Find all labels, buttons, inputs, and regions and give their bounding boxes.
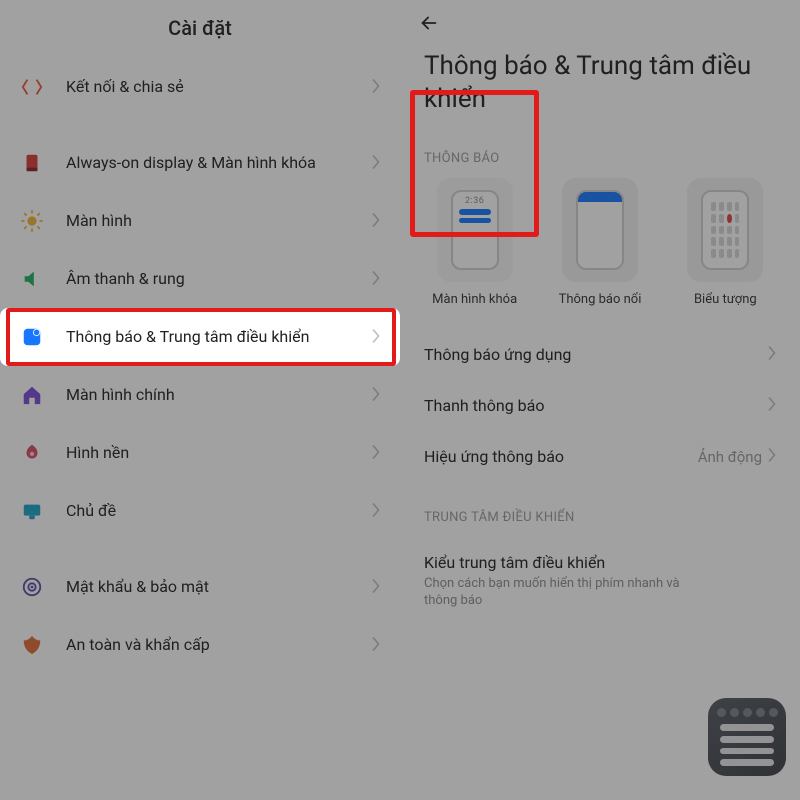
row-label: Hình nền	[66, 443, 366, 463]
sound-icon	[20, 267, 44, 291]
section-header-controlcenter: TRUNG TÂM ĐIỀU KHIỂN	[400, 482, 800, 537]
row-label: Kiểu trung tâm điều khiển	[424, 553, 690, 572]
row-label: Kết nối & chia sẻ	[66, 77, 366, 97]
chevron-right-icon	[768, 447, 776, 466]
row-label: Thông báo ứng dụng	[424, 345, 768, 364]
page-title: Thông báo & Trung tâm điều khiển	[400, 0, 800, 115]
settings-row-aod[interactable]: Always-on display & Màn hình khóa	[0, 134, 400, 192]
chevron-right-icon	[372, 636, 380, 655]
chevron-right-icon	[372, 386, 380, 405]
card-preview	[687, 178, 763, 282]
settings-row-notif[interactable]: Thông báo & Trung tâm điều khiển	[0, 308, 400, 366]
notification-pane: Thông báo & Trung tâm điều khiển THÔNG B…	[400, 0, 800, 800]
settings-row-home[interactable]: Màn hình chính	[0, 366, 400, 424]
row-label: Màn hình	[66, 211, 366, 231]
settings-row-wall[interactable]: Hình nền	[0, 424, 400, 482]
chevron-right-icon	[768, 345, 776, 364]
notification-style-cards: 2:36 Màn hình khóa Thông báo nổi Biểu tư…	[400, 178, 800, 307]
card-caption: Thông báo nổi	[559, 292, 642, 307]
theme-icon	[20, 499, 44, 523]
notif-row-appnotif[interactable]: Thông báo ứng dụng	[400, 329, 800, 380]
notification-card-badge[interactable]: Biểu tượng	[669, 178, 782, 307]
chevron-right-icon	[372, 502, 380, 521]
aod-icon	[20, 151, 44, 175]
row-label: Hiệu ứng thông báo	[424, 447, 698, 466]
wall-icon	[20, 441, 44, 465]
page-title: Cài đặt	[0, 0, 400, 58]
notif-row-bar[interactable]: Thanh thông báo	[400, 380, 800, 431]
section-header-notifications: THÔNG BÁO	[400, 115, 800, 178]
card-preview: 2:36	[437, 178, 513, 282]
notification-card-float[interactable]: Thông báo nổi	[543, 178, 656, 307]
chevron-right-icon	[372, 270, 380, 289]
card-caption: Biểu tượng	[694, 292, 757, 307]
chevron-right-icon	[372, 154, 380, 173]
settings-pane: Cài đặt Kết nối & chia sẻ Always-on disp…	[0, 0, 400, 800]
row-label: Thông báo & Trung tâm điều khiển	[66, 327, 366, 347]
row-subtitle: Chọn cách bạn muốn hiển thị phím nhanh v…	[424, 576, 690, 610]
chevron-right-icon	[372, 328, 380, 347]
settings-row-display[interactable]: Màn hình	[0, 192, 400, 250]
row-label: Thanh thông báo	[424, 396, 768, 415]
chevron-right-icon	[372, 578, 380, 597]
settings-row-safe[interactable]: An toàn và khẩn cấp	[0, 616, 400, 674]
connect-icon	[20, 75, 44, 99]
sec-icon	[20, 575, 44, 599]
card-preview	[562, 178, 638, 282]
control-center-style-row[interactable]: Kiểu trung tâm điều khiển Chọn cách bạn …	[400, 537, 800, 626]
notif-row-effect[interactable]: Hiệu ứng thông báo Ảnh động	[400, 431, 800, 482]
row-label: An toàn và khẩn cấp	[66, 635, 366, 655]
settings-row-sound[interactable]: Âm thanh & rung	[0, 250, 400, 308]
safe-icon	[20, 633, 44, 657]
settings-row-sec[interactable]: Mật khẩu & bảo mật	[0, 558, 400, 616]
back-button[interactable]	[418, 12, 440, 40]
control-center-preview-icon	[708, 698, 786, 776]
chevron-right-icon	[768, 396, 776, 415]
home-icon	[20, 383, 44, 407]
notification-card-lock[interactable]: 2:36 Màn hình khóa	[418, 178, 531, 307]
settings-row-theme[interactable]: Chủ đề	[0, 482, 400, 540]
chevron-right-icon	[372, 212, 380, 231]
display-icon	[20, 209, 44, 233]
settings-row-connect[interactable]: Kết nối & chia sẻ	[0, 58, 400, 116]
row-label: Chủ đề	[66, 501, 366, 521]
row-label: Âm thanh & rung	[66, 269, 366, 289]
row-value: Ảnh động	[698, 448, 762, 466]
chevron-right-icon	[372, 78, 380, 97]
chevron-right-icon	[372, 444, 380, 463]
notif-icon	[20, 325, 44, 349]
card-caption: Màn hình khóa	[432, 292, 517, 307]
row-label: Màn hình chính	[66, 385, 366, 405]
row-label: Mật khẩu & bảo mật	[66, 577, 366, 597]
row-label: Always-on display & Màn hình khóa	[66, 153, 366, 173]
